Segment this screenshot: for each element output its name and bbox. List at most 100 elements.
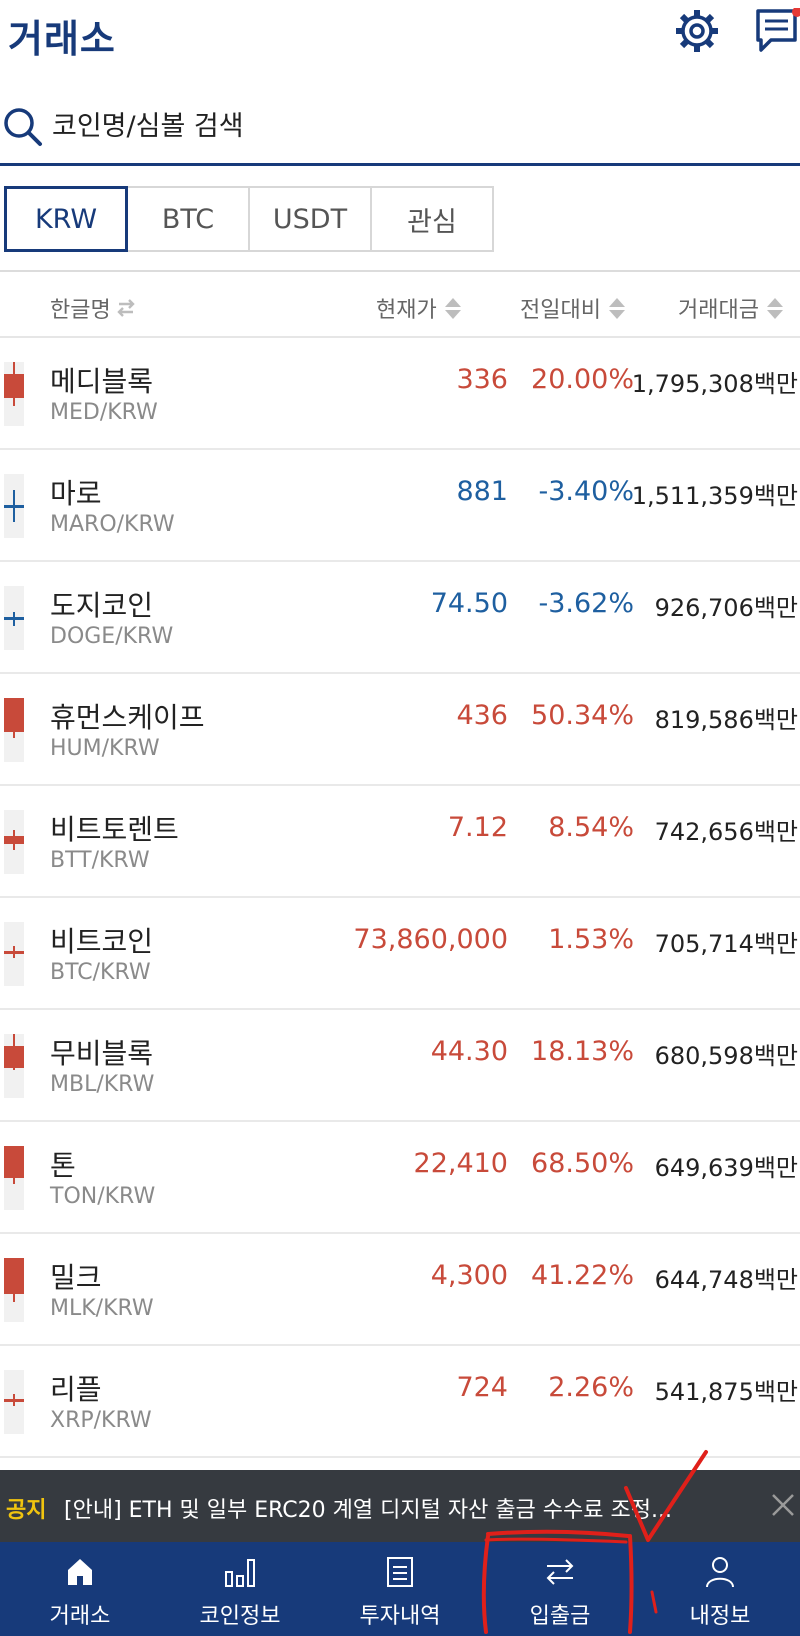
nav-exchange[interactable]: 거래소 <box>0 1542 160 1636</box>
coin-change: -3.40% <box>538 476 634 507</box>
coin-change: 2.26% <box>548 1372 634 1403</box>
coin-name: 톤 <box>50 1149 76 1182</box>
nav-label: 입출금 <box>529 1604 591 1629</box>
coin-volume: 926,706백만 <box>654 594 798 622</box>
coin-price: 44.30 <box>430 1036 508 1067</box>
coin-price: 336 <box>456 364 508 395</box>
candle-icon <box>4 586 24 650</box>
candle-icon <box>4 922 24 986</box>
gear-icon[interactable] <box>672 6 722 56</box>
column-header-price-label: 현재가 <box>376 298 437 323</box>
coin-change: 20.00% <box>531 364 634 395</box>
app-header: 거래소 <box>0 0 800 64</box>
nav-coin-info[interactable]: 코인정보 <box>160 1542 320 1636</box>
coin-change: 68.50% <box>531 1148 634 1179</box>
table-row[interactable]: 무비블록 MBL/KRW 44.30 18.13% 680,598백만 <box>0 1010 800 1122</box>
tab-favorites[interactable]: 관심 <box>370 186 494 252</box>
candle-icon <box>4 698 24 762</box>
notice-badge: 공지 <box>6 1498 47 1523</box>
tab-usdt[interactable]: USDT <box>248 186 372 252</box>
page-title: 거래소 <box>8 17 116 61</box>
notice-banner[interactable]: 공지 [안내] ETH 및 일부 ERC20 계열 디지털 자산 출금 수수료 … <box>0 1470 800 1542</box>
coin-symbol: BTT/KRW <box>50 848 150 873</box>
candle-icon <box>4 1146 24 1210</box>
coin-price: 73,860,000 <box>353 924 508 955</box>
coin-symbol: MBL/KRW <box>50 1072 155 1097</box>
nav-label: 거래소 <box>49 1604 111 1629</box>
coin-price: 436 <box>456 700 508 731</box>
coin-symbol: MED/KRW <box>50 400 158 425</box>
coin-symbol: MARO/KRW <box>50 512 175 537</box>
nav-deposit-withdraw[interactable]: 입출금 <box>480 1542 640 1636</box>
coin-volume: 705,714백만 <box>654 930 798 958</box>
coin-price: 881 <box>456 476 508 507</box>
coin-name: 무비블록 <box>50 1037 154 1070</box>
sort-icon <box>766 297 783 319</box>
nav-my-info[interactable]: 내정보 <box>640 1542 800 1636</box>
bottom-nav: 거래소 코인정보 투자내역 입출금 내정보 <box>0 1542 800 1636</box>
coin-symbol: TON/KRW <box>50 1184 156 1209</box>
coin-name: 밀크 <box>50 1261 102 1294</box>
nav-label: 투자내역 <box>359 1604 441 1629</box>
chat-icon[interactable] <box>755 8 800 54</box>
document-icon <box>387 1557 413 1587</box>
coin-volume: 1,511,359백만 <box>631 482 798 510</box>
coin-price: 74.50 <box>430 588 508 619</box>
notice-text[interactable]: [안내] ETH 및 일부 ERC20 계열 디지털 자산 출금 수수료 조정.… <box>64 1492 704 1524</box>
search-bar <box>0 90 800 166</box>
column-header-price[interactable]: 현재가 <box>376 292 461 324</box>
coin-name: 도지코인 <box>50 589 154 622</box>
coin-price: 4,300 <box>430 1260 508 1291</box>
coin-volume: 680,598백만 <box>654 1042 798 1070</box>
coin-price: 724 <box>456 1372 508 1403</box>
candle-icon <box>4 1258 24 1322</box>
coin-change: 50.34% <box>531 700 634 731</box>
coin-change: 41.22% <box>531 1260 634 1291</box>
coin-volume: 541,875백만 <box>654 1378 798 1406</box>
swap-icon <box>117 299 135 317</box>
tab-btc[interactable]: BTC <box>126 186 250 252</box>
bar-chart-icon <box>225 1559 255 1587</box>
coin-price: 7.12 <box>447 812 508 843</box>
market-tabs: KRW BTC USDT 관심 <box>4 186 494 252</box>
table-row[interactable]: 리플 XRP/KRW 724 2.26% 541,875백만 <box>0 1346 800 1458</box>
coin-name: 메디블록 <box>50 365 154 398</box>
candle-icon <box>4 362 24 426</box>
transfer-icon <box>546 1559 574 1585</box>
table-row[interactable]: 메디블록 MED/KRW 336 20.00% 1,795,308백만 <box>0 338 800 450</box>
column-header-volume[interactable]: 거래대금 <box>678 292 783 324</box>
coin-volume: 1,795,308백만 <box>631 370 798 398</box>
sort-icon <box>608 297 625 319</box>
candle-icon <box>4 474 24 538</box>
nav-investments[interactable]: 투자내역 <box>320 1542 480 1636</box>
table-row[interactable]: 톤 TON/KRW 22,410 68.50% 649,639백만 <box>0 1122 800 1234</box>
coin-symbol: HUM/KRW <box>50 736 160 761</box>
table-row[interactable]: 비트토렌트 BTT/KRW 7.12 8.54% 742,656백만 <box>0 786 800 898</box>
coin-change: 18.13% <box>531 1036 634 1067</box>
coin-name: 마로 <box>50 477 102 510</box>
coin-change: 8.54% <box>548 812 634 843</box>
coin-symbol: MLK/KRW <box>50 1296 154 1321</box>
candle-icon <box>4 1370 24 1434</box>
coin-symbol: DOGE/KRW <box>50 624 174 649</box>
close-icon[interactable] <box>768 1490 798 1520</box>
table-row[interactable]: 휴먼스케이프 HUM/KRW 436 50.34% 819,586백만 <box>0 674 800 786</box>
column-header-change[interactable]: 전일대비 <box>520 292 625 324</box>
tab-krw[interactable]: KRW <box>4 186 128 252</box>
coin-symbol: XRP/KRW <box>50 1408 152 1433</box>
coin-change: 1.53% <box>548 924 634 955</box>
coin-volume: 742,656백만 <box>654 818 798 846</box>
search-input[interactable] <box>52 104 652 148</box>
table-row[interactable]: 도지코인 DOGE/KRW 74.50 -3.62% 926,706백만 <box>0 562 800 674</box>
table-row[interactable]: 밀크 MLK/KRW 4,300 41.22% 644,748백만 <box>0 1234 800 1346</box>
coin-name: 휴먼스케이프 <box>50 701 205 734</box>
column-header-name-label: 한글명 <box>50 298 111 323</box>
home-icon <box>68 1559 92 1585</box>
column-header-name[interactable]: 한글명 <box>50 292 137 324</box>
table-row[interactable]: 마로 MARO/KRW 881 -3.40% 1,511,359백만 <box>0 450 800 562</box>
table-row[interactable]: 비트코인 BTC/KRW 73,860,000 1.53% 705,714백만 <box>0 898 800 1010</box>
coin-price: 22,410 <box>413 1148 508 1179</box>
coin-volume: 819,586백만 <box>654 706 798 734</box>
column-header-change-label: 전일대비 <box>520 298 601 323</box>
coin-name: 비트코인 <box>50 925 154 958</box>
